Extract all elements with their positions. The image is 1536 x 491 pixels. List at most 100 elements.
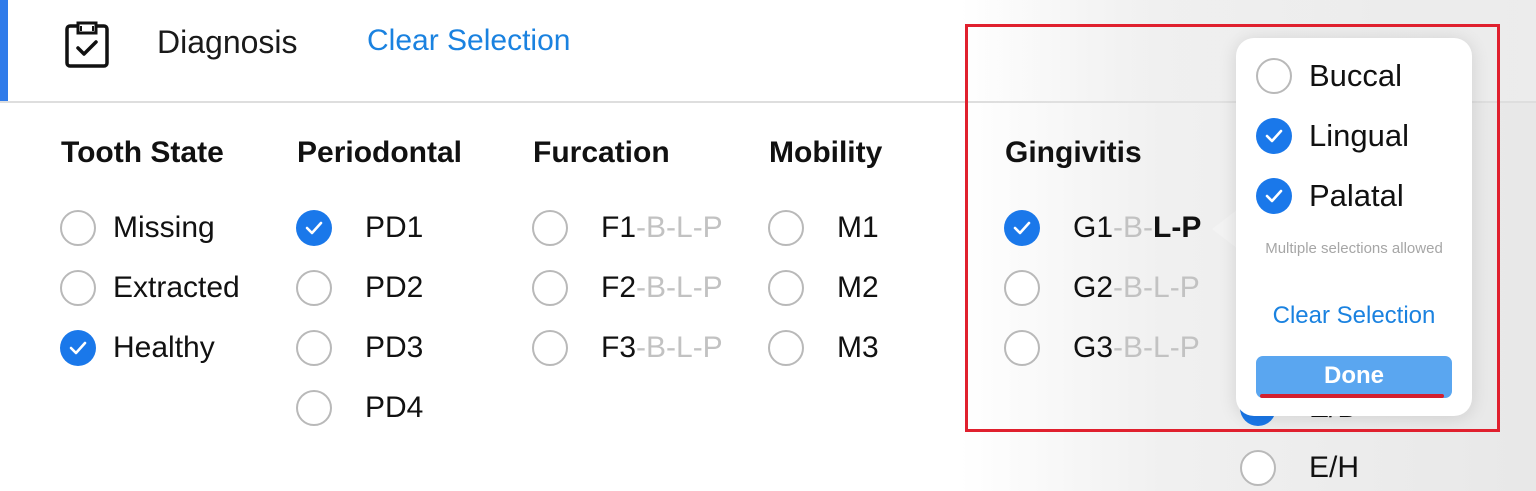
done-button[interactable]: Done <box>1256 356 1452 398</box>
done-underline-mark <box>1260 394 1444 398</box>
checkbox-unchecked-icon[interactable] <box>1256 58 1292 94</box>
extra-label: E/H <box>1309 450 1359 486</box>
gingivitis-option[interactable]: G2-B-L-P <box>1004 268 1264 308</box>
checkmark-icon <box>1265 129 1283 143</box>
furcation-label: F2-B-L-P <box>601 270 723 306</box>
radio-unchecked-icon[interactable] <box>768 330 804 366</box>
surface-option-label: Lingual <box>1309 118 1409 153</box>
option-text: E/H <box>1309 451 1360 484</box>
option-text: G1 <box>1073 211 1114 244</box>
multiple-selection-hint: Multiple selections allowed <box>1265 240 1443 257</box>
checkmark-icon <box>305 221 323 235</box>
surface-option-label: Palatal <box>1309 178 1404 213</box>
option-text: Missing <box>113 211 215 244</box>
popover-arrow <box>1212 209 1238 249</box>
option-text: M3 <box>837 331 879 364</box>
option-text: PD4 <box>365 391 424 424</box>
furcation-title: Furcation <box>533 136 670 169</box>
tooth-state-label: Missing <box>113 210 215 246</box>
gingivitis-label: G1-B-L-P <box>1073 210 1201 246</box>
option-text: PD3 <box>365 331 424 364</box>
gingivitis-title: Gingivitis <box>1005 136 1142 169</box>
periodontal-label: PD4 <box>365 390 423 426</box>
periodontal-label: PD3 <box>365 330 423 366</box>
radio-unchecked-icon[interactable] <box>532 210 568 246</box>
tooth-state-option[interactable]: Healthy <box>60 328 320 368</box>
clear-selection-link[interactable]: Clear Selection <box>367 24 570 58</box>
option-text: F2 <box>601 271 637 304</box>
furcation-option[interactable]: F3-B-L-P <box>532 328 792 368</box>
tooth-state-title: Tooth State <box>61 136 224 169</box>
surface-suffix: -B-L-P <box>636 331 723 364</box>
radio-unchecked-icon[interactable] <box>296 390 332 426</box>
checkbox-checked-icon[interactable] <box>1256 118 1292 154</box>
surface-selection-popover: Buccal Lingual Palatal Multiple selections… <box>1236 38 1472 416</box>
option-text: Healthy <box>113 331 215 364</box>
gingivitis-option[interactable]: G3-B-L-P <box>1004 328 1264 368</box>
radio-unchecked-icon[interactable] <box>1240 450 1276 486</box>
radio-unchecked-icon[interactable] <box>1004 330 1040 366</box>
surface-suffix: -B-L-P <box>636 271 723 304</box>
radio-unchecked-icon[interactable] <box>532 270 568 306</box>
gingivitis-label: G3-B-L-P <box>1073 330 1200 366</box>
option-text: PD2 <box>365 271 424 304</box>
surface-option-buccal[interactable]: Buccal <box>1256 56 1456 96</box>
surface-suffix: -B-L-P <box>1113 331 1200 364</box>
mobility-label: M2 <box>837 270 879 306</box>
radio-checked-icon[interactable] <box>1004 210 1040 246</box>
option-text: Extracted <box>113 271 240 304</box>
periodontal-option[interactable]: PD4 <box>296 388 556 428</box>
radio-unchecked-icon[interactable] <box>768 270 804 306</box>
furcation-option[interactable]: F2-B-L-P <box>532 268 792 308</box>
radio-unchecked-icon[interactable] <box>532 330 568 366</box>
periodontal-option[interactable]: PD3 <box>296 328 556 368</box>
periodontal-option[interactable]: PD2 <box>296 268 556 308</box>
surface-suffix-unselected: -B- <box>1113 211 1154 244</box>
mobility-label: M1 <box>837 210 879 246</box>
periodontal-title: Periodontal <box>297 136 463 169</box>
radio-unchecked-icon[interactable] <box>296 330 332 366</box>
mobility-label: M3 <box>837 330 879 366</box>
popover-clear-selection-button[interactable]: Clear Selection <box>1236 302 1472 330</box>
surface-option-lingual[interactable]: Lingual <box>1256 116 1456 156</box>
header-accent-bar <box>0 0 8 102</box>
tooth-state-option[interactable]: Missing <box>60 208 320 248</box>
furcation-label: F1-B-L-P <box>601 210 723 246</box>
page-title: Diagnosis <box>157 24 298 60</box>
checkmark-icon <box>69 341 87 355</box>
periodontal-label: PD1 <box>365 210 423 246</box>
radio-unchecked-icon[interactable] <box>296 270 332 306</box>
surface-suffix-selected: L-P <box>1153 211 1202 244</box>
diagnosis-panel: Diagnosis Clear Selection Tooth State Mi… <box>0 0 1536 491</box>
option-text: G3 <box>1073 331 1114 364</box>
option-text: F3 <box>601 331 637 364</box>
periodontal-label: PD2 <box>365 270 423 306</box>
tooth-state-label: Extracted <box>113 270 240 306</box>
checkmark-icon <box>1013 221 1031 235</box>
radio-unchecked-icon[interactable] <box>60 210 96 246</box>
tooth-state-option[interactable]: Extracted <box>60 268 320 308</box>
extra-option[interactable]: E/H <box>1240 448 1500 488</box>
option-text: M2 <box>837 271 879 304</box>
periodontal-option[interactable]: PD1 <box>296 208 556 248</box>
surface-option-palatal[interactable]: Palatal <box>1256 176 1456 216</box>
surface-suffix: -B-L-P <box>1113 271 1200 304</box>
option-text: G2 <box>1073 271 1114 304</box>
option-text: M1 <box>837 211 879 244</box>
gingivitis-label: G2-B-L-P <box>1073 270 1200 306</box>
tooth-state-label: Healthy <box>113 330 215 366</box>
furcation-option[interactable]: F1-B-L-P <box>532 208 792 248</box>
radio-unchecked-icon[interactable] <box>1004 270 1040 306</box>
radio-unchecked-icon[interactable] <box>60 270 96 306</box>
option-text: PD1 <box>365 211 424 244</box>
radio-unchecked-icon[interactable] <box>768 210 804 246</box>
radio-checked-icon[interactable] <box>296 210 332 246</box>
radio-checked-icon[interactable] <box>60 330 96 366</box>
mobility-title: Mobility <box>769 136 883 169</box>
clipboard-check-icon <box>65 21 109 68</box>
surface-suffix: -B-L-P <box>636 211 723 244</box>
checkmark-icon <box>1265 189 1283 203</box>
option-text: F1 <box>601 211 637 244</box>
furcation-label: F3-B-L-P <box>601 330 723 366</box>
checkbox-checked-icon[interactable] <box>1256 178 1292 214</box>
